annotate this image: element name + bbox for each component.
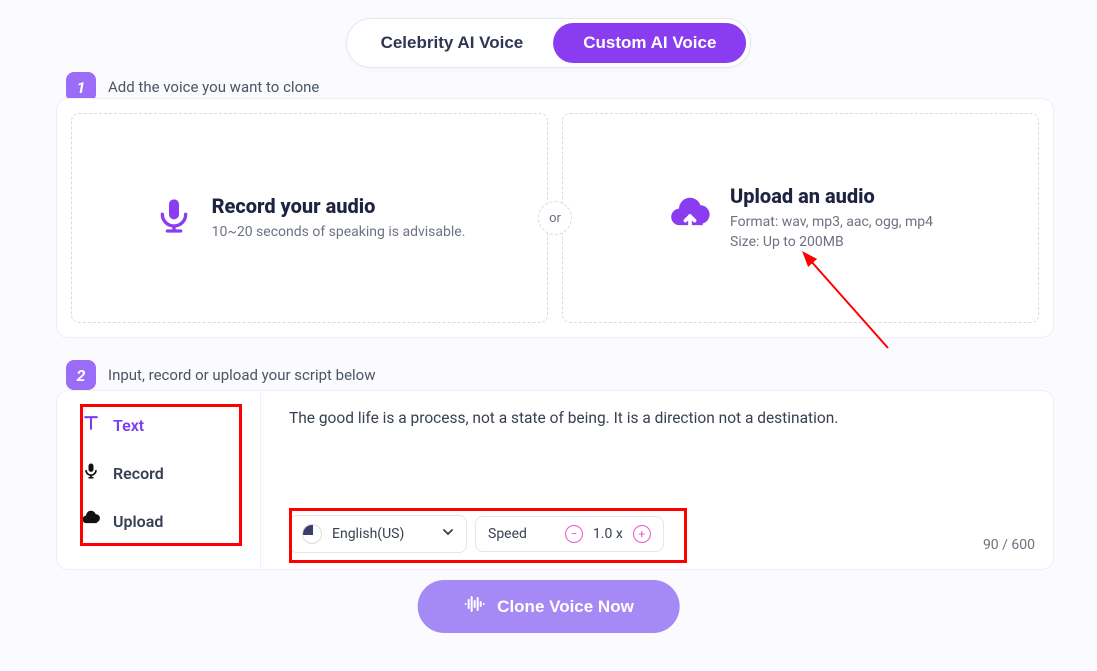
speed-increment-button[interactable]: + xyxy=(633,525,651,543)
upload-title: Upload an audio xyxy=(730,184,933,208)
character-count: 90 / 600 xyxy=(983,537,1035,553)
upload-format: Format: wav, mp3, aac, ogg, mp4 xyxy=(730,212,933,232)
chevron-down-icon xyxy=(442,526,454,542)
microphone-small-icon xyxy=(81,461,101,485)
input-tab-record-label: Record xyxy=(113,464,164,483)
voice-type-tabs: Celebrity AI Voice Custom AI Voice xyxy=(346,18,752,68)
tab-custom-voice[interactable]: Custom AI Voice xyxy=(553,23,746,63)
record-title: Record your audio xyxy=(212,194,466,218)
cloud-small-icon xyxy=(81,509,101,533)
upload-audio-card[interactable]: Upload an audio Format: wav, mp3, aac, o… xyxy=(562,113,1039,323)
record-subtitle: 10~20 seconds of speaking is advisable. xyxy=(212,222,466,242)
input-tab-record[interactable]: Record xyxy=(57,449,260,497)
voice-source-panel: Record your audio 10~20 seconds of speak… xyxy=(56,98,1054,338)
text-icon xyxy=(81,413,101,437)
speed-value: 1.0 x xyxy=(593,526,623,542)
record-audio-card[interactable]: Record your audio 10~20 seconds of speak… xyxy=(71,113,548,323)
speed-label: Speed xyxy=(488,526,527,542)
clone-voice-button[interactable]: Clone Voice Now xyxy=(417,580,680,633)
input-tab-text-label: Text xyxy=(113,416,144,435)
step-2-header: 2 Input, record or upload your script be… xyxy=(66,360,376,390)
speed-control: Speed − 1.0 x + xyxy=(475,516,664,552)
waveform-icon xyxy=(463,594,485,619)
input-tab-upload[interactable]: Upload xyxy=(57,497,260,545)
script-area[interactable]: The good life is a process, not a state … xyxy=(261,391,1053,569)
input-tab-text[interactable]: Text xyxy=(57,401,260,449)
or-separator: or xyxy=(538,201,572,235)
cloud-upload-icon xyxy=(668,197,712,239)
microphone-icon xyxy=(154,196,194,240)
input-method-tabs: Text Record Upload xyxy=(57,391,261,569)
step-1-label: Add the voice you want to clone xyxy=(108,78,319,96)
language-select[interactable]: English(US) xyxy=(289,515,467,553)
input-tab-upload-label: Upload xyxy=(113,512,163,531)
script-controls: English(US) Speed − 1.0 x + xyxy=(289,515,664,553)
script-panel: Text Record Upload The good life is a pr… xyxy=(56,390,1054,570)
clone-voice-label: Clone Voice Now xyxy=(497,597,634,617)
step-2-label: Input, record or upload your script belo… xyxy=(108,366,376,384)
speed-decrement-button[interactable]: − xyxy=(565,525,583,543)
step-2-badge: 2 xyxy=(66,360,96,390)
script-text: The good life is a process, not a state … xyxy=(289,409,1025,427)
upload-size: Size: Up to 200MB xyxy=(730,232,933,252)
tab-celebrity-voice[interactable]: Celebrity AI Voice xyxy=(351,23,554,63)
language-value: English(US) xyxy=(332,526,404,542)
us-flag-icon xyxy=(302,524,322,544)
